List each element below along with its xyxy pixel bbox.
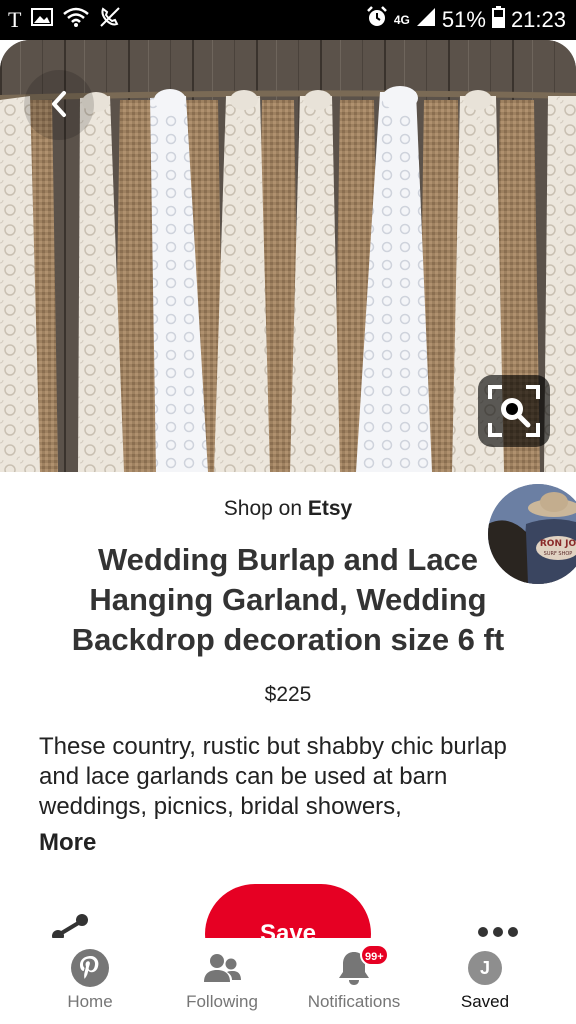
signal-icon	[416, 7, 436, 33]
svg-text:RON JO: RON JO	[540, 539, 576, 549]
battery-icon	[491, 6, 505, 34]
clock: 21:23	[510, 7, 566, 32]
pin-description: These country, rustic but shabby chic bu…	[39, 733, 507, 820]
chevron-left-icon	[52, 91, 66, 117]
network-type: 4G	[393, 13, 410, 27]
nav-following[interactable]: Following	[150, 938, 294, 1024]
t-icon: T	[8, 6, 22, 32]
nav-notifications[interactable]: 99+ Notifications	[282, 938, 426, 1024]
alarm-icon	[366, 6, 388, 34]
pinterest-icon	[71, 949, 109, 987]
svg-text:SURF SHOP: SURF SHOP	[544, 551, 573, 557]
price: $225	[264, 683, 312, 706]
notification-badge: 99+	[360, 944, 389, 966]
visual-search-button[interactable]	[478, 375, 550, 447]
nav-label-notifications: Notifications	[307, 992, 401, 1011]
no-call-icon	[99, 6, 121, 33]
wifi-icon	[63, 7, 90, 32]
nav-label-following: Following	[186, 992, 258, 1011]
shop-prefix: Shop on	[223, 497, 303, 520]
back-button[interactable]	[24, 70, 94, 140]
shop-name: Etsy	[307, 497, 353, 520]
people-icon	[204, 954, 241, 982]
image-icon	[31, 8, 54, 31]
pin-image[interactable]	[0, 40, 576, 472]
nav-label-saved: Saved	[460, 992, 510, 1011]
bottom-nav: Home Following 99+ Notifications J Saved	[0, 938, 576, 1024]
nav-saved[interactable]: J Saved	[413, 938, 557, 1024]
pin-title: Wedding Burlap and Lace Hanging Garland,…	[71, 542, 505, 657]
nav-home[interactable]: Home	[18, 938, 162, 1024]
profile-avatar-letter: J	[479, 958, 490, 978]
nav-label-home: Home	[67, 992, 113, 1011]
more-link[interactable]: More	[39, 829, 96, 857]
lens-search-icon	[488, 385, 540, 437]
battery-percent: 51%	[441, 7, 486, 32]
status-bar: T 4G 51% 21:23	[0, 0, 576, 40]
